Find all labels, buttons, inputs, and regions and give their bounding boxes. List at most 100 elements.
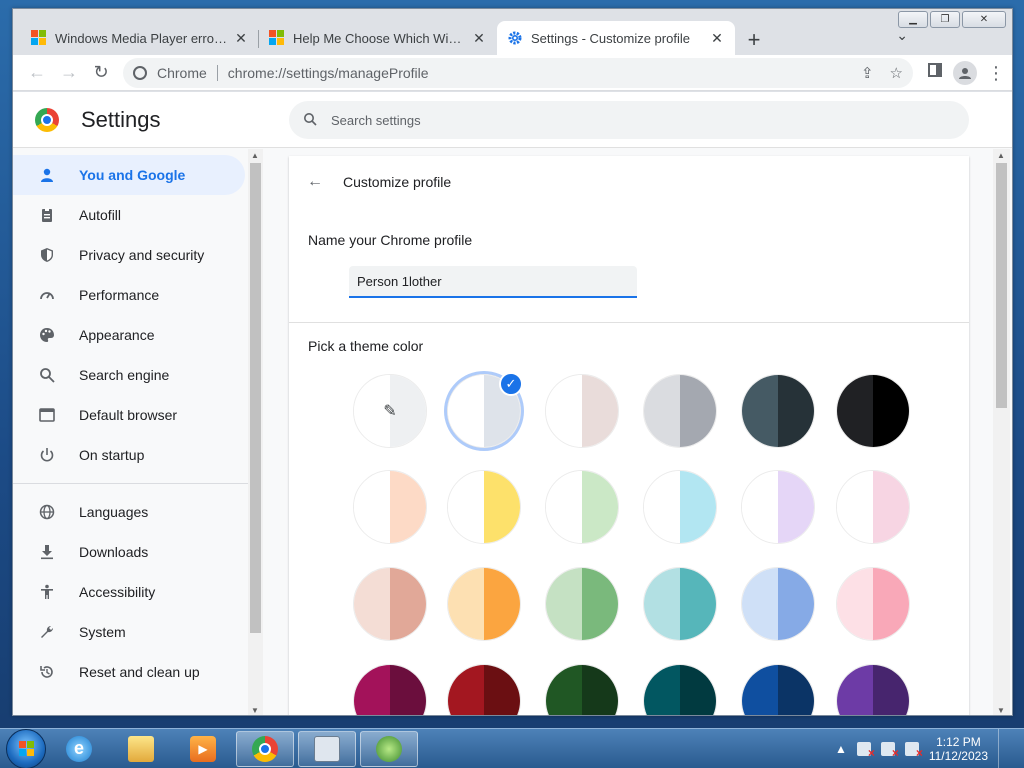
- theme-color-swatch[interactable]: [643, 664, 717, 715]
- scroll-up-arrow-icon[interactable]: ▲: [251, 151, 259, 160]
- show-hidden-icons-arrow-icon[interactable]: ▲: [835, 742, 847, 756]
- theme-color-swatch[interactable]: ✎: [353, 374, 427, 448]
- scroll-up-arrow-icon[interactable]: ▲: [997, 151, 1005, 160]
- theme-color-swatch[interactable]: [353, 567, 427, 641]
- section-divider: [289, 322, 969, 323]
- theme-color-swatch[interactable]: [836, 664, 910, 715]
- theme-color-swatch[interactable]: [353, 664, 427, 715]
- theme-color-swatch[interactable]: [545, 567, 619, 641]
- clock[interactable]: 1:12 PM 11/12/2023: [929, 735, 988, 763]
- swatch-left-half: [448, 375, 484, 447]
- sidebar-item-label: On startup: [79, 447, 145, 463]
- taskbar-internet-explorer[interactable]: e: [50, 731, 108, 767]
- sidebar-item-label: Default browser: [79, 407, 178, 423]
- sidebar-scroll-thumb[interactable]: [250, 163, 261, 633]
- sidebar-item-on-startup[interactable]: On startup: [13, 435, 263, 475]
- theme-color-swatch[interactable]: [836, 374, 910, 448]
- folder-icon: [128, 735, 154, 762]
- side-panel-icon[interactable]: [927, 62, 943, 83]
- taskbar-windows-app[interactable]: [360, 730, 418, 767]
- forward-button[interactable]: →: [53, 57, 85, 89]
- internet-explorer-icon: e: [66, 735, 92, 762]
- action-center-flag-icon[interactable]: [856, 741, 875, 760]
- sidebar-item-reset[interactable]: Reset and clean up: [13, 652, 263, 692]
- show-desktop-button[interactable]: [998, 728, 1012, 768]
- reload-button[interactable]: ↻: [85, 57, 117, 89]
- swatch-right-half: [390, 665, 426, 715]
- chrome-icon: [252, 735, 278, 762]
- sidebar-item-appearance[interactable]: Appearance: [13, 315, 263, 355]
- theme-color-swatch[interactable]: [545, 470, 619, 544]
- theme-color-swatch[interactable]: [545, 664, 619, 715]
- page-scrollbar[interactable]: ▲ ▼: [993, 149, 1010, 715]
- close-tab-icon[interactable]: ✕: [233, 30, 249, 46]
- back-button[interactable]: ←: [21, 57, 53, 89]
- sidebar-item-privacy[interactable]: Privacy and security: [13, 235, 263, 275]
- sidebar-item-default-browser[interactable]: Default browser: [13, 395, 263, 435]
- swatch-left-half: [742, 665, 778, 715]
- theme-color-swatch[interactable]: [447, 567, 521, 641]
- clock-time: 1:12 PM: [936, 734, 981, 749]
- page-scroll-thumb[interactable]: [996, 163, 1007, 408]
- scroll-down-arrow-icon[interactable]: ▼: [251, 706, 259, 715]
- eyedropper-icon: ✎: [383, 403, 397, 420]
- address-bar[interactable]: Chrome chrome://settings/manageProfile ⇪…: [123, 57, 913, 88]
- theme-color-swatch[interactable]: [545, 374, 619, 448]
- swatch-left-half: [448, 471, 484, 543]
- theme-color-swatch[interactable]: [836, 470, 910, 544]
- search-settings-input[interactable]: Search settings: [289, 101, 969, 139]
- close-tab-icon[interactable]: ✕: [471, 30, 487, 46]
- theme-color-swatch[interactable]: [643, 567, 717, 641]
- sidebar-item-languages[interactable]: Languages: [13, 492, 263, 532]
- theme-color-swatch[interactable]: [643, 470, 717, 544]
- new-tab-button[interactable]: +: [739, 25, 769, 55]
- volume-icon[interactable]: [904, 741, 923, 760]
- sidebar-item-search-engine[interactable]: Search engine: [13, 355, 263, 395]
- theme-color-swatch[interactable]: [741, 567, 815, 641]
- tab-wmp-errors[interactable]: Windows Media Player errors - M ✕: [21, 21, 259, 55]
- profile-name-input[interactable]: Person 1lother: [349, 266, 637, 298]
- swatch-right-half: [873, 665, 909, 715]
- tab-search-chevron-icon[interactable]: ⌄: [896, 27, 908, 44]
- theme-color-swatch[interactable]: [741, 470, 815, 544]
- taskbar-file-explorer[interactable]: [112, 731, 170, 767]
- minimize-button[interactable]: ▁: [898, 11, 928, 28]
- theme-color-swatch[interactable]: [741, 374, 815, 448]
- sidebar-item-label: Accessibility: [79, 584, 156, 600]
- more-menu-icon[interactable]: ⋮: [987, 64, 1005, 82]
- tab-settings[interactable]: Settings - Customize profile ✕: [497, 21, 735, 55]
- taskbar-chrome[interactable]: [236, 730, 294, 767]
- sidebar-item-downloads[interactable]: Downloads: [13, 532, 263, 572]
- swatch-right-half: [778, 568, 814, 640]
- close-window-button[interactable]: ✕: [962, 11, 1006, 28]
- theme-color-label: Pick a theme color: [308, 338, 424, 354]
- swatch-left-half: [448, 665, 484, 715]
- tab-help-me-choose[interactable]: Help Me Choose Which Window ✕: [259, 21, 497, 55]
- theme-color-swatch[interactable]: [447, 470, 521, 544]
- taskbar-media-player[interactable]: ▶: [174, 731, 232, 767]
- theme-color-swatch[interactable]: [741, 664, 815, 715]
- swatch-right-half: [873, 568, 909, 640]
- restore-button[interactable]: ❐: [930, 11, 960, 28]
- sidebar-item-autofill[interactable]: Autofill: [13, 195, 263, 235]
- scroll-down-arrow-icon[interactable]: ▼: [997, 706, 1005, 715]
- start-button[interactable]: [6, 728, 46, 768]
- taskbar-on-screen-keyboard[interactable]: [298, 730, 356, 767]
- theme-color-swatch[interactable]: [643, 374, 717, 448]
- bookmark-star-icon[interactable]: ☆: [890, 64, 903, 82]
- sidebar-scrollbar[interactable]: ▲ ▼: [248, 149, 263, 715]
- theme-color-swatch[interactable]: [353, 470, 427, 544]
- theme-color-swatch[interactable]: [836, 567, 910, 641]
- sidebar-item-performance[interactable]: Performance: [13, 275, 263, 315]
- sidebar-item-you-and-google[interactable]: You and Google: [13, 155, 245, 195]
- browser-toolbar: ← → ↻ Chrome chrome://settings/managePro…: [13, 55, 1012, 91]
- profile-avatar-button[interactable]: [953, 60, 977, 85]
- network-icon[interactable]: [880, 741, 899, 760]
- sidebar-item-accessibility[interactable]: Accessibility: [13, 572, 263, 612]
- swatch-right-half: [484, 568, 520, 640]
- theme-color-swatch[interactable]: [447, 664, 521, 715]
- back-arrow-icon[interactable]: ←: [307, 173, 323, 191]
- share-icon[interactable]: ⇪: [861, 64, 874, 82]
- sidebar-item-system[interactable]: System: [13, 612, 263, 652]
- close-tab-icon[interactable]: ✕: [709, 30, 725, 46]
